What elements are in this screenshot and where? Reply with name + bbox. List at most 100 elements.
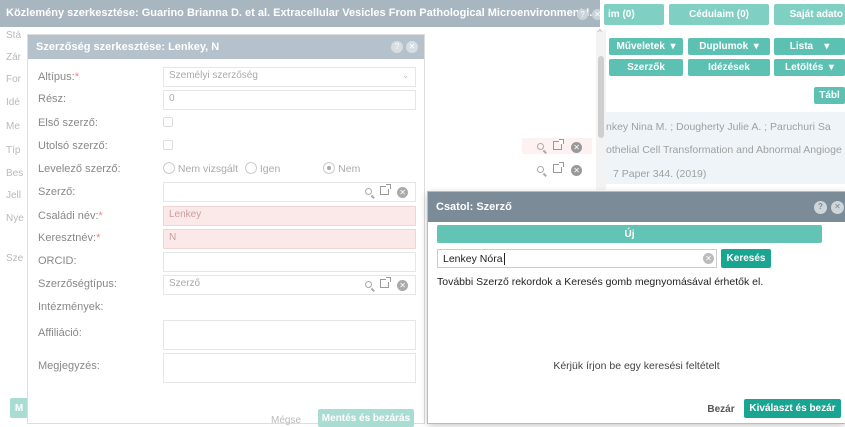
author-dialog-header: Szerzőség szerkesztése: Lenkey, N [28, 35, 424, 59]
affiliacio-input[interactable] [163, 320, 416, 350]
intezmenyek-label: Intézmények: [38, 301, 104, 313]
tab-im-label: im (0) [608, 9, 635, 20]
radio-igen[interactable] [244, 162, 257, 174]
orcid-input[interactable] [163, 252, 416, 272]
main-title-bar: Közlemény szerkesztése: Guarino Brianna … [0, 0, 600, 27]
radio-nem-label: Nem [338, 163, 361, 175]
close-button[interactable]: Bezár [701, 400, 741, 418]
left-label-zar: Zár [6, 52, 21, 63]
idezesek-button[interactable]: Idézések [688, 59, 770, 76]
author-dialog-close-icon[interactable]: ✕ [406, 41, 418, 53]
author-dialog-help-icon[interactable]: ? [391, 41, 403, 53]
left-label-nye: Nye [6, 213, 24, 224]
left-label-for: For [6, 74, 21, 85]
radio-igen-label: Igen [259, 163, 281, 175]
tab-im[interactable]: im (0) [604, 4, 664, 25]
megjegyzes-label: Megjegyzés: [38, 360, 100, 372]
radio-nem[interactable] [323, 162, 336, 174]
content-area: nkey Nina M. ; Dougherty Julie A. ; Paru… [606, 112, 845, 184]
author-search-value: Lenkey Nóra [443, 253, 503, 265]
attach-dialog-help-icon[interactable]: ? [814, 201, 827, 214]
keresztnev-value: N [169, 232, 177, 243]
csaladi-nev-value: Lenkey [169, 209, 202, 220]
letoltes-dropdown[interactable]: Letöltés ▾ [774, 59, 845, 76]
altipus-value: Személyi szerzőség [169, 70, 258, 81]
levelezo-radio-group: Nem vizsgált Igen Nem [163, 162, 360, 175]
keresztnev-label: Keresztnév:* [38, 232, 101, 244]
clear-search-icon[interactable]: ✕ [703, 253, 714, 264]
table-button[interactable]: Tábl [814, 87, 845, 104]
duplumok-dropdown[interactable]: Duplumok ▾ [688, 38, 770, 55]
left-label-tip: Típ [6, 145, 21, 156]
author-dialog-title: Szerzőség szerkesztése: Lenkey, N [36, 41, 220, 53]
affiliacio-label: Affiliáció: [38, 327, 82, 339]
main-title: Közlemény szerkesztése: Guarino Brianna … [6, 7, 599, 19]
author-dialog: Szerzőség szerkesztése: Lenkey, N ? ✕ Al… [28, 35, 424, 427]
left-label-bes: Bes [6, 168, 24, 179]
search-button-label: Keresés [726, 253, 766, 264]
orcid-label: ORCID: [38, 255, 77, 267]
select-close-button[interactable]: Kiválaszt és bezár [744, 399, 841, 418]
new-author-label: Új [624, 228, 635, 240]
tab-cedulaim[interactable]: Cédulaim (0) [669, 4, 769, 25]
szerzo-label: Szerző: [38, 186, 76, 198]
chevron-down-icon: ⌄ [402, 71, 409, 80]
open-external-icon[interactable] [380, 277, 392, 288]
utolso-szerzo-checkbox[interactable] [163, 140, 173, 150]
muveletek-dropdown[interactable]: Műveletek ▾ [609, 38, 683, 55]
left-bottom-button[interactable]: M [10, 398, 28, 418]
elso-szerzo-label: Első szerző: [38, 117, 98, 129]
resz-input[interactable]: 0 [163, 90, 416, 110]
clear-icon[interactable]: ✕ [571, 165, 583, 176]
close-button-label: Bezár [707, 403, 735, 415]
main-help-icon[interactable]: ? [577, 9, 588, 20]
save-close-label: Mentés és bezárás [321, 412, 411, 424]
utolso-szerzo-label: Utolsó szerző: [38, 140, 108, 152]
author-search-input[interactable]: Lenkey Nóra [437, 249, 717, 268]
lista-dropdown[interactable]: Lista ▾ [774, 38, 845, 55]
altipus-select[interactable]: Személyi szerzőség ⌄ [163, 67, 416, 87]
search-button[interactable]: Keresés [721, 249, 771, 268]
save-close-button[interactable]: Mentés és bezárás [318, 409, 414, 427]
lista-label: Lista [789, 41, 814, 52]
letoltes-label: Letöltés [785, 62, 824, 73]
szerzosegtipus-label: Szerzőségtípus: [38, 278, 117, 290]
left-label-jell: Jell [6, 190, 22, 201]
open-external-icon[interactable] [553, 162, 565, 173]
resz-value: 0 [169, 93, 175, 104]
left-label-me: Me [6, 121, 20, 132]
muveletek-label: Műveletek [616, 41, 665, 52]
clear-icon[interactable]: ✕ [571, 142, 583, 153]
open-external-icon[interactable] [380, 184, 392, 195]
clear-icon[interactable]: ✕ [397, 280, 409, 291]
search-info-text: További Szerző rekordok a Keresés gomb m… [437, 276, 764, 288]
content-line-authors: nkey Nina M. ; Dougherty Julie A. ; Paru… [606, 121, 831, 133]
csaladi-nev-input[interactable]: Lenkey [163, 206, 416, 226]
search-icon[interactable] [365, 188, 372, 195]
empty-result-message: Kérjük írjon be egy keresési feltételt [553, 360, 720, 372]
search-icon[interactable] [537, 166, 544, 173]
clear-icon[interactable]: ✕ [397, 187, 409, 198]
resz-label: Rész: [38, 93, 67, 105]
elso-szerzo-checkbox[interactable] [163, 117, 173, 127]
bg-row-icons-2: ✕ [537, 162, 583, 176]
megjegyzes-input[interactable] [163, 353, 416, 383]
new-author-button[interactable]: Új [437, 225, 822, 243]
attach-dialog-close-icon[interactable]: ✕ [831, 201, 844, 214]
cancel-button[interactable]: Mégse [271, 415, 301, 426]
levelezo-szerzo-label: Levelező szerző: [38, 163, 121, 175]
scrollbar[interactable] [596, 30, 606, 190]
szerzok-button[interactable]: Szerzők [609, 59, 683, 76]
attach-dialog-header: Csatol: Szerző [428, 192, 845, 222]
table-label: Tábl [819, 90, 840, 101]
left-bottom-label: M [14, 402, 24, 414]
keresztnev-input[interactable]: N [163, 229, 416, 249]
tab-sajat-adatok[interactable]: Saját adato [774, 4, 845, 25]
left-label-stat: Stá [6, 30, 22, 41]
szerzosegtipus-value: Szerző [169, 278, 201, 289]
content-line-title: othelial Cell Transformation and Abnorma… [606, 144, 842, 156]
radio-nem-vizsgalt[interactable] [163, 162, 175, 174]
search-icon[interactable] [365, 281, 372, 288]
open-external-icon[interactable] [553, 139, 565, 150]
search-icon[interactable] [537, 143, 544, 150]
